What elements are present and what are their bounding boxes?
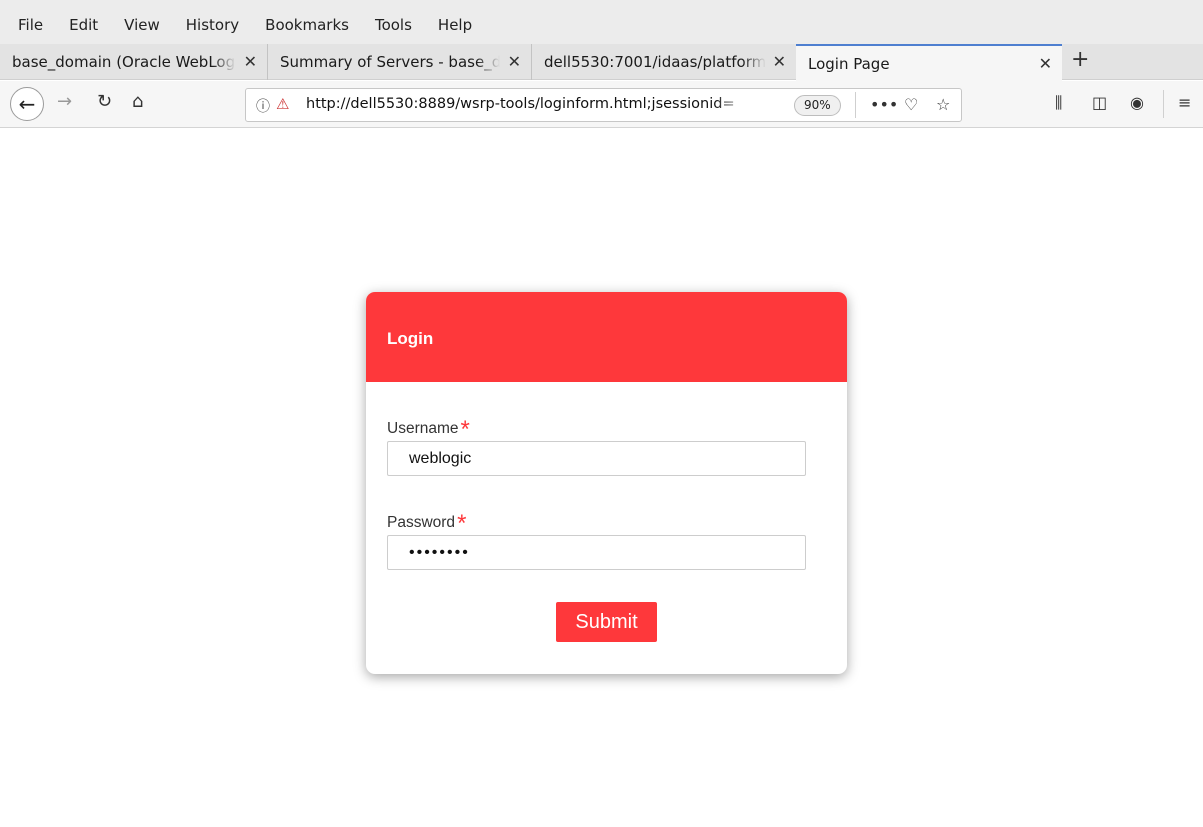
info-icon[interactable]: ⓘ	[256, 96, 270, 116]
sidebar-icon[interactable]: ◫	[1092, 93, 1107, 112]
library-icon[interactable]: ⫼	[1055, 93, 1062, 113]
arrow-left-icon: ←	[18, 92, 36, 116]
tab-title: base_domain (Oracle WebLogic	[12, 53, 236, 71]
menu-hamburger-icon[interactable]: ≡	[1178, 93, 1191, 112]
tab-close-icon[interactable]: ✕	[244, 52, 257, 71]
menu-file[interactable]: File	[18, 16, 43, 34]
tab-summary-of-servers[interactable]: Summary of Servers - base_domain ✕	[268, 44, 532, 80]
tab-close-icon[interactable]: ✕	[773, 52, 786, 71]
username-input[interactable]: weblogic	[387, 441, 806, 476]
nav-bar: ← → ↻ ⌂ ⓘ ⚠ http://dell5530:8889/wsrp-to…	[0, 81, 1203, 128]
submit-button[interactable]: Submit	[556, 602, 657, 642]
menu-view[interactable]: View	[124, 16, 160, 34]
login-card-header: Login	[366, 292, 847, 382]
toolbar-divider	[1163, 90, 1164, 118]
account-icon[interactable]: ◉	[1130, 93, 1144, 112]
tab-strip: base_domain (Oracle WebLogic ✕ Summary o…	[0, 44, 1203, 81]
menu-history[interactable]: History	[186, 16, 239, 34]
url-bar-divider	[855, 92, 856, 118]
new-tab-icon[interactable]: +	[1071, 47, 1089, 72]
zoom-level-badge[interactable]: 90%	[794, 95, 841, 116]
required-asterisk-icon: *	[460, 416, 470, 443]
tab-base-domain[interactable]: base_domain (Oracle WebLogic ✕	[0, 44, 268, 80]
bookmark-star-icon[interactable]: ☆	[936, 95, 950, 114]
tab-title: Login Page	[808, 54, 890, 73]
password-input[interactable]: ••••••••	[387, 535, 806, 570]
back-button[interactable]: ←	[10, 87, 44, 121]
menu-help[interactable]: Help	[438, 16, 472, 34]
login-card: Login Username* weblogic Password* •••••…	[366, 292, 847, 674]
tab-close-icon[interactable]: ✕	[508, 52, 521, 71]
menu-tools[interactable]: Tools	[375, 16, 412, 34]
page-actions-icon[interactable]: •••	[870, 95, 898, 114]
tab-title: Summary of Servers - base_domain	[280, 53, 500, 71]
tab-close-icon[interactable]: ✕	[1039, 54, 1052, 73]
password-label-text: Password	[387, 514, 456, 531]
menu-bookmarks[interactable]: Bookmarks	[265, 16, 349, 34]
tab-login-page[interactable]: Login Page ✕	[796, 44, 1062, 81]
username-label: Username*	[387, 412, 470, 443]
reload-icon[interactable]: ↻	[97, 91, 112, 112]
username-label-text: Username	[387, 420, 459, 437]
url-text[interactable]: http://dell5530:8889/wsrp-tools/loginfor…	[306, 96, 754, 112]
tab-idaas-platform[interactable]: dell5530:7001/idaas/platform ✕	[532, 44, 796, 80]
pocket-icon[interactable]: ♡	[904, 95, 918, 114]
insecure-lock-icon[interactable]: ⚠	[276, 95, 289, 113]
home-icon[interactable]: ⌂	[132, 91, 143, 112]
tab-title: dell5530:7001/idaas/platform	[544, 53, 766, 71]
url-bar[interactable]: ⓘ ⚠ http://dell5530:8889/wsrp-tools/logi…	[245, 88, 962, 122]
password-label: Password*	[387, 506, 467, 537]
forward-icon[interactable]: →	[57, 91, 72, 112]
menu-edit[interactable]: Edit	[69, 16, 98, 34]
menu-bar: File Edit View History Bookmarks Tools H…	[0, 0, 1203, 44]
login-title: Login	[387, 329, 434, 348]
required-asterisk-icon: *	[457, 510, 467, 537]
